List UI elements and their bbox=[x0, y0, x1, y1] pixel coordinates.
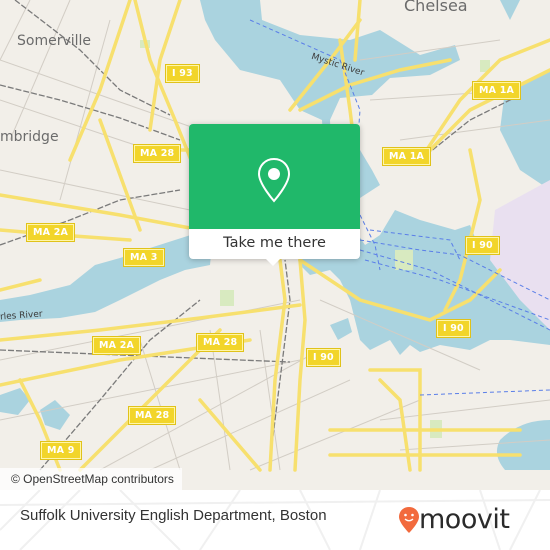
route-shield-ma28: MA 28 bbox=[132, 144, 182, 163]
route-shield-ma1a: MA 1A bbox=[381, 147, 432, 166]
route-shield-i93: I 93 bbox=[165, 64, 200, 83]
popup-pointer bbox=[265, 258, 281, 266]
place-label-somerville: Somerville bbox=[17, 33, 92, 49]
route-shield-i90: I 90 bbox=[306, 348, 341, 367]
route-shield-ma9: MA 9 bbox=[40, 441, 82, 460]
take-me-there-button[interactable]: Take me there bbox=[189, 229, 360, 259]
popup-header[interactable] bbox=[189, 124, 360, 229]
map-attribution[interactable]: © OpenStreetMap contributors bbox=[0, 468, 182, 490]
place-label-cambridge: mbridge bbox=[0, 129, 59, 145]
place-name: Suffolk University English Department, B… bbox=[20, 507, 327, 524]
route-shield-ma2a: MA 2A bbox=[25, 223, 76, 242]
route-shield-ma2a: MA 2A bbox=[91, 336, 142, 355]
route-shield-ma28: MA 28 bbox=[195, 333, 245, 352]
footer-bar: Suffolk University English Department, B… bbox=[0, 490, 550, 550]
map-pin-icon bbox=[257, 157, 291, 203]
location-popup[interactable]: Take me there bbox=[189, 124, 360, 266]
moovit-pin-icon bbox=[399, 507, 419, 533]
route-shield-i90: I 90 bbox=[465, 236, 500, 255]
route-shield-i90: I 90 bbox=[436, 319, 471, 338]
moovit-wordmark: moovit bbox=[419, 504, 510, 535]
route-shield-ma3: MA 3 bbox=[123, 248, 165, 267]
map-view[interactable]: Somerville mbridge Chelsea Mystic River … bbox=[0, 0, 550, 490]
route-shield-ma1a: MA 1A bbox=[471, 81, 522, 100]
place-label-chelsea: Chelsea bbox=[404, 0, 468, 15]
route-shield-ma28: MA 28 bbox=[127, 406, 177, 425]
